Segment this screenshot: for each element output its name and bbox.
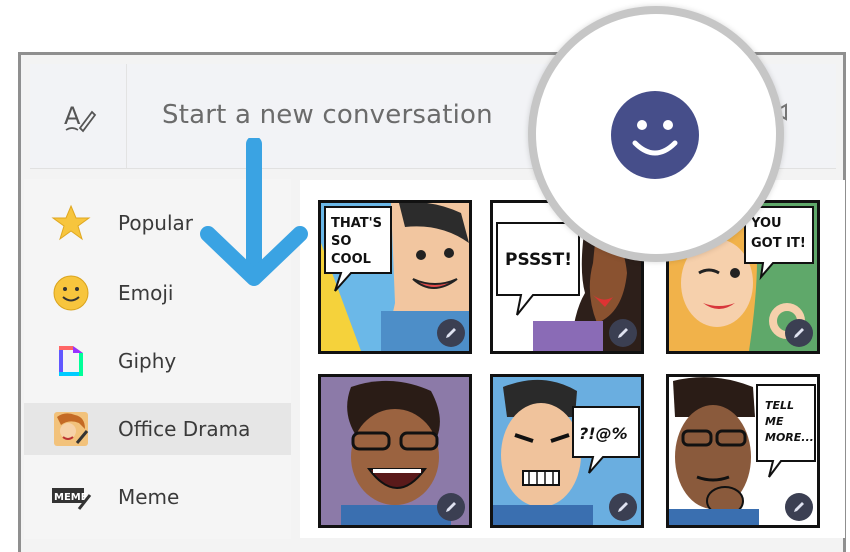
svg-text:A: A: [64, 102, 81, 130]
giphy-icon: [48, 338, 94, 384]
sticker-caption-line: YOU: [750, 216, 782, 231]
sticker-angry[interactable]: ?!@%: [490, 374, 644, 528]
compose-input[interactable]: Start a new conversation: [162, 100, 493, 130]
sticker-caption-line: ME: [765, 415, 784, 428]
smiley-face-icon: [632, 120, 678, 156]
star-icon: [48, 200, 94, 246]
sidebar-item-meme[interactable]: MEME Meme: [24, 471, 291, 523]
office-drama-icon: [48, 406, 94, 452]
sidebar-item-label: Meme: [118, 485, 180, 509]
edit-pen-icon[interactable]: [609, 319, 637, 347]
sticker-caption-line: ?!@%: [579, 424, 628, 443]
sidebar-item-label: Emoji: [118, 281, 174, 305]
format-text-icon: A: [64, 102, 97, 133]
sticker-caption-line: COOL: [331, 252, 371, 267]
format-button[interactable]: A: [30, 64, 127, 168]
sticker-caption-line: PSSST!: [505, 250, 572, 270]
edit-pen-icon[interactable]: [785, 319, 813, 347]
sticker-thats-so-cool[interactable]: THAT'S SO COOL: [318, 200, 472, 354]
sticker-caption-line: SO: [331, 234, 351, 249]
meme-icon: MEME: [48, 474, 94, 520]
sidebar-item-giphy[interactable]: Giphy: [24, 335, 291, 387]
svg-text:MEME: MEME: [54, 492, 88, 503]
sticker-caption-line: TELL: [765, 399, 794, 412]
edit-pen-icon[interactable]: [609, 493, 637, 521]
edit-pen-icon[interactable]: [785, 493, 813, 521]
emoji-smile-icon: [48, 270, 94, 316]
sticker-tell-me-more[interactable]: TELL ME MORE...: [666, 374, 820, 528]
sticker-caption-line: MORE...: [765, 431, 814, 444]
sidebar-item-label: Popular: [118, 211, 193, 235]
sticker-caption-line: GOT IT!: [751, 236, 806, 251]
sidebar-item-office-drama[interactable]: Office Drama: [24, 403, 291, 455]
down-arrow-icon: [200, 138, 308, 286]
edit-pen-icon[interactable]: [437, 319, 465, 347]
sticker-grid: THAT'S SO COOL PSSST! YOU GOT IT! ?!@% T…: [300, 180, 845, 538]
sticker-button[interactable]: [611, 91, 699, 179]
sticker-laughing[interactable]: [318, 374, 472, 528]
sidebar-item-label: Office Drama: [118, 417, 251, 441]
sticker-caption-line: THAT'S: [331, 216, 382, 231]
edit-pen-icon[interactable]: [437, 493, 465, 521]
sidebar-item-label: Giphy: [118, 349, 177, 373]
